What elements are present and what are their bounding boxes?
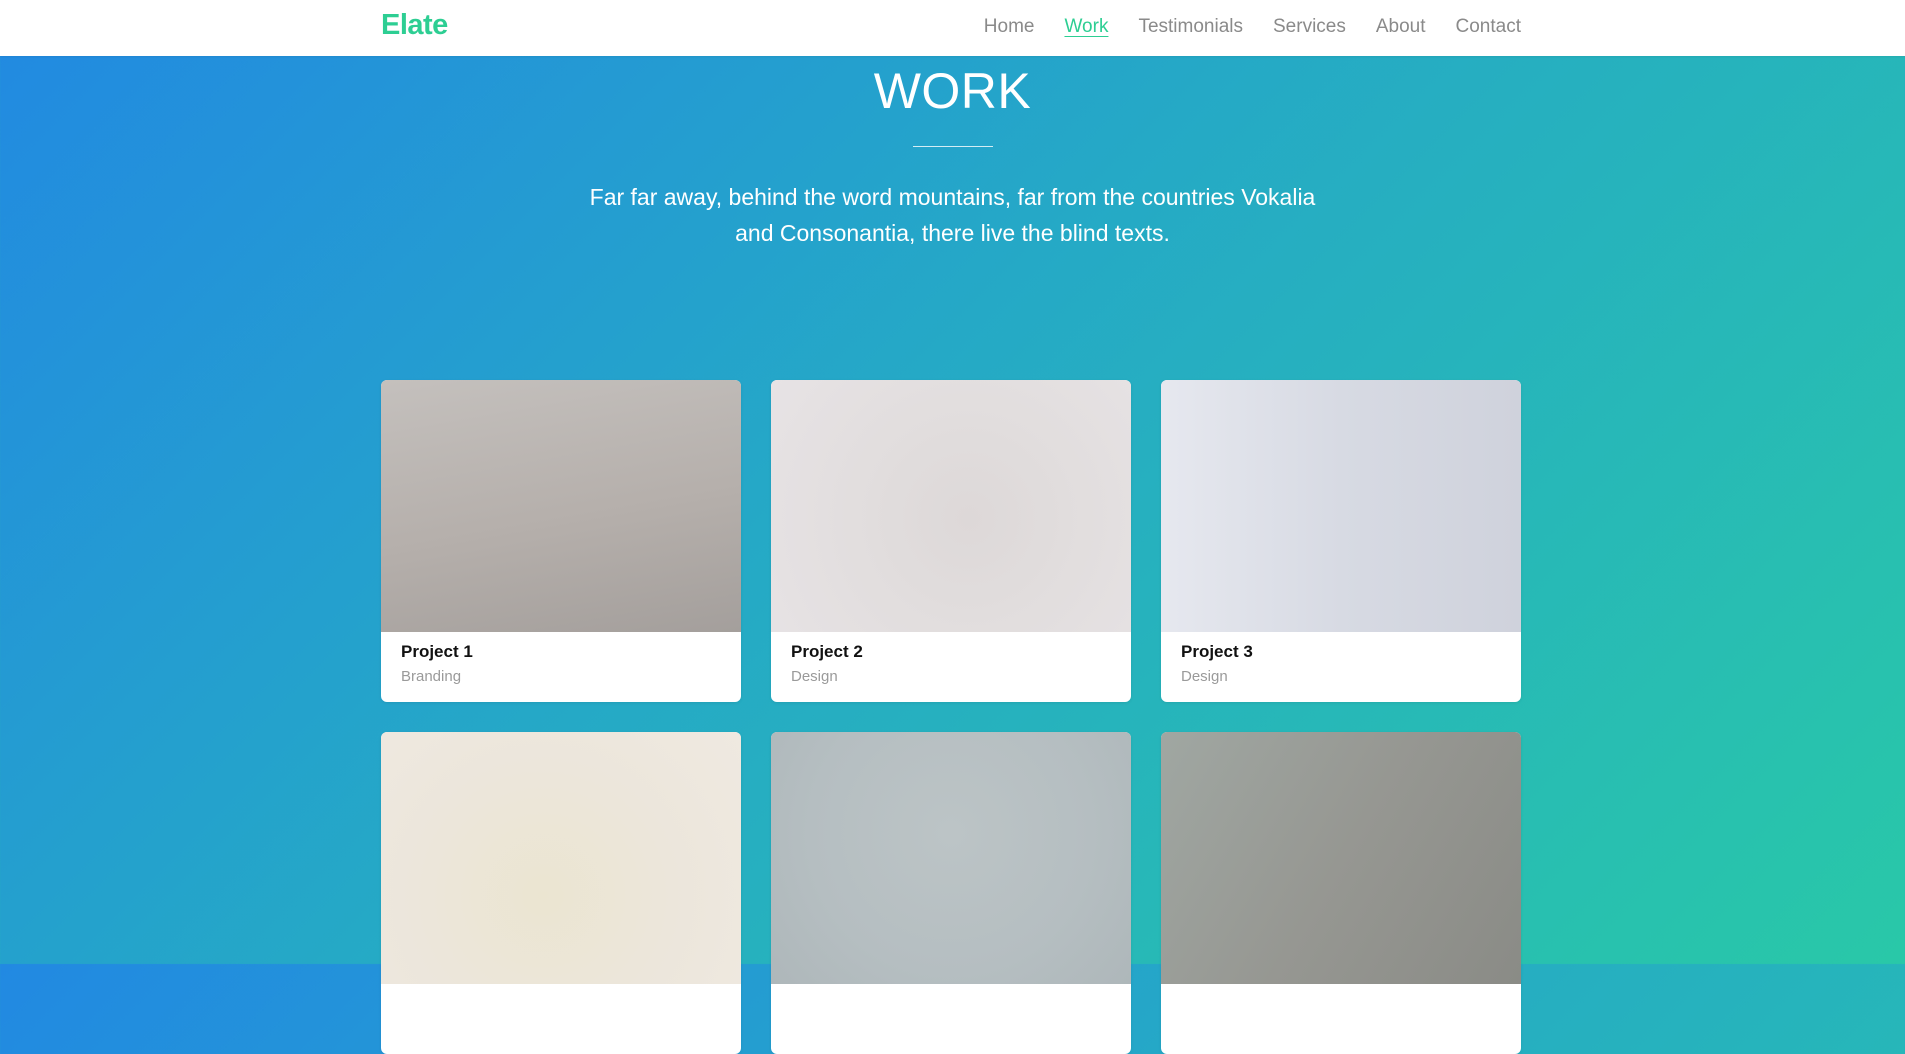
- project-title[interactable]: [1181, 984, 1501, 994]
- project-title[interactable]: [791, 984, 1111, 994]
- project-info: Project 3 Design: [1161, 632, 1521, 702]
- project-category: [1181, 994, 1501, 1000]
- project-image[interactable]: [1161, 732, 1521, 984]
- project-category: Design: [791, 668, 838, 685]
- project-info: Project 2 Design: [771, 632, 1131, 702]
- project-card[interactable]: Project 3 Design: [1161, 380, 1521, 702]
- project-image[interactable]: [381, 732, 741, 984]
- project-card[interactable]: Project 1 Branding: [381, 380, 741, 702]
- nav-services[interactable]: Services: [1273, 16, 1346, 38]
- project-image[interactable]: [771, 380, 1131, 632]
- nav-testimonials[interactable]: Testimonials: [1138, 16, 1243, 38]
- project-info: Project 1 Branding: [381, 632, 741, 702]
- project-category: [791, 994, 1111, 1000]
- project-title[interactable]: Project 2: [791, 632, 1111, 662]
- nav-contact[interactable]: Contact: [1456, 16, 1521, 38]
- project-card[interactable]: [1161, 732, 1521, 1054]
- project-category: Branding: [401, 668, 462, 685]
- main-nav: Home Work Testimonials Services About Co…: [984, 16, 1521, 38]
- project-grid: Project 1 Branding Project 2 Design Proj…: [381, 380, 1521, 1054]
- top-navbar: Elate Home Work Testimonials Services Ab…: [0, 0, 1905, 56]
- project-image[interactable]: [381, 380, 741, 632]
- project-card[interactable]: Project 2 Design: [771, 380, 1131, 702]
- project-info: [771, 984, 1131, 1054]
- project-image[interactable]: [1161, 380, 1521, 632]
- project-title[interactable]: Project 1: [401, 632, 721, 662]
- page-title: WORK: [873, 63, 1032, 119]
- nav-about[interactable]: About: [1376, 16, 1426, 38]
- project-card[interactable]: [771, 732, 1131, 1054]
- project-title[interactable]: [401, 984, 721, 994]
- project-info: [381, 984, 741, 1054]
- project-category: Design: [1181, 668, 1228, 685]
- project-info: [1161, 984, 1521, 1054]
- title-divider: [912, 146, 993, 147]
- brand-logo[interactable]: Elate: [381, 9, 448, 42]
- project-card[interactable]: [381, 732, 741, 1054]
- work-hero: WORK Far far away, behind the word mount…: [0, 56, 1905, 251]
- nav-work[interactable]: Work: [1064, 16, 1108, 38]
- project-category: [401, 994, 721, 1000]
- project-image[interactable]: [771, 732, 1131, 984]
- nav-home[interactable]: Home: [984, 16, 1035, 38]
- hero-description: Far far away, behind the word mountains,…: [589, 184, 1316, 246]
- project-title[interactable]: Project 3: [1181, 632, 1501, 662]
